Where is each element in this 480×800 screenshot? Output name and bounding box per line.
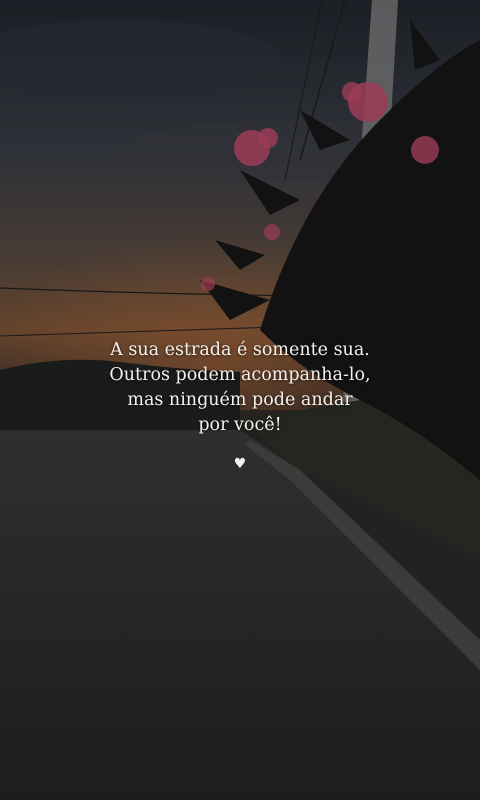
quote-line: por você! bbox=[198, 415, 282, 435]
quote-line: A sua estrada é somente sua. bbox=[110, 340, 370, 360]
quote-line: mas ninguém pode andar bbox=[127, 390, 353, 410]
photo-background: A sua estrada é somente sua. Outros pode… bbox=[0, 0, 480, 800]
quote-line: Outros podem acompanha-lo, bbox=[109, 365, 371, 385]
heart-icon: ♥ bbox=[233, 456, 247, 472]
quote-text: A sua estrada é somente sua. Outros pode… bbox=[0, 338, 480, 438]
